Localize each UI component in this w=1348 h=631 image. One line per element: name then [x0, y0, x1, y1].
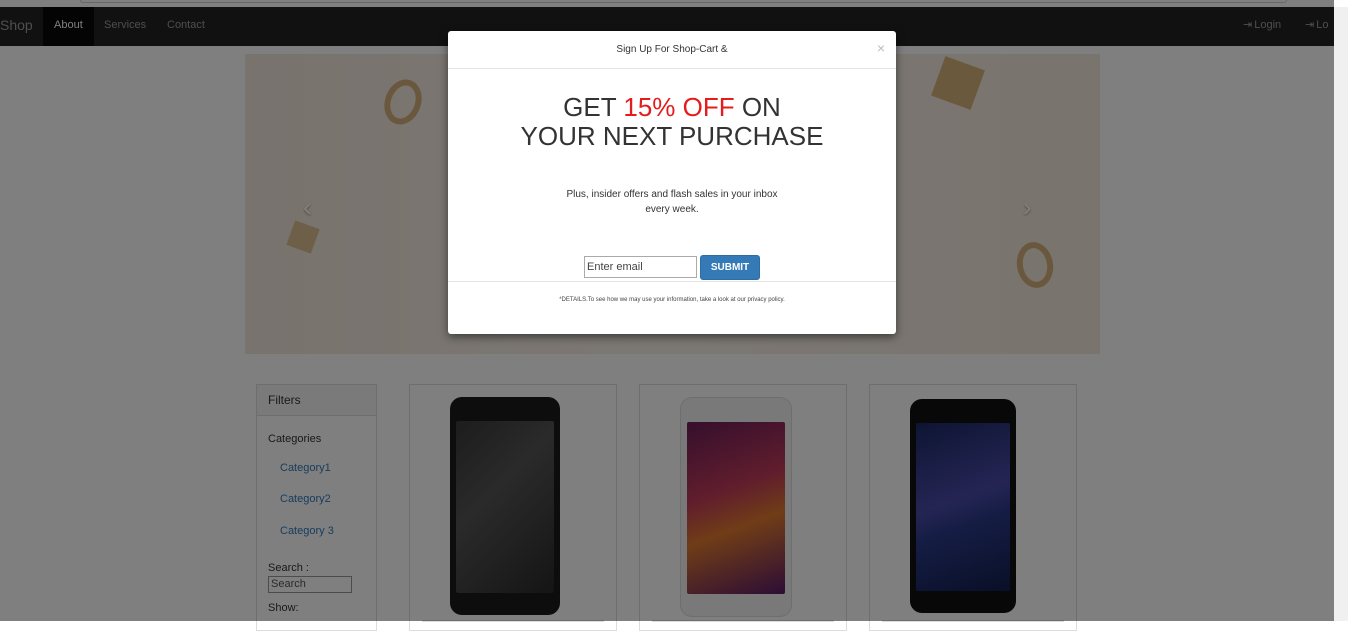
privacy-details: *DETAILS.To see how we may use your info… [559, 297, 785, 303]
modal-header: Sign Up For Shop-Cart & × [448, 31, 896, 69]
modal-title: Sign Up For Shop-Cart & [616, 44, 728, 55]
modal-footer: *DETAILS.To see how we may use your info… [448, 281, 896, 335]
promo-headline: GET 15% OFF ON YOUR NEXT PURCHASE [448, 93, 896, 151]
headline-suffix: ON [734, 92, 781, 122]
scrollbar[interactable] [1334, 7, 1348, 621]
promo-subtext: Plus, insider offers and flash sales in … [448, 187, 896, 217]
submit-button[interactable]: SUBMIT [700, 255, 760, 280]
headline-prefix: GET [563, 92, 624, 122]
headline-discount: 15% OFF [623, 92, 735, 122]
email-input[interactable]: Enter email [584, 256, 697, 278]
signup-modal: Sign Up For Shop-Cart & × GET 15% OFF ON… [448, 31, 896, 334]
subtext-line2: every week. [645, 204, 699, 215]
subtext-line1: Plus, insider offers and flash sales in … [566, 189, 778, 200]
close-icon[interactable]: × [877, 40, 885, 56]
headline-line2: YOUR NEXT PURCHASE [520, 121, 824, 151]
